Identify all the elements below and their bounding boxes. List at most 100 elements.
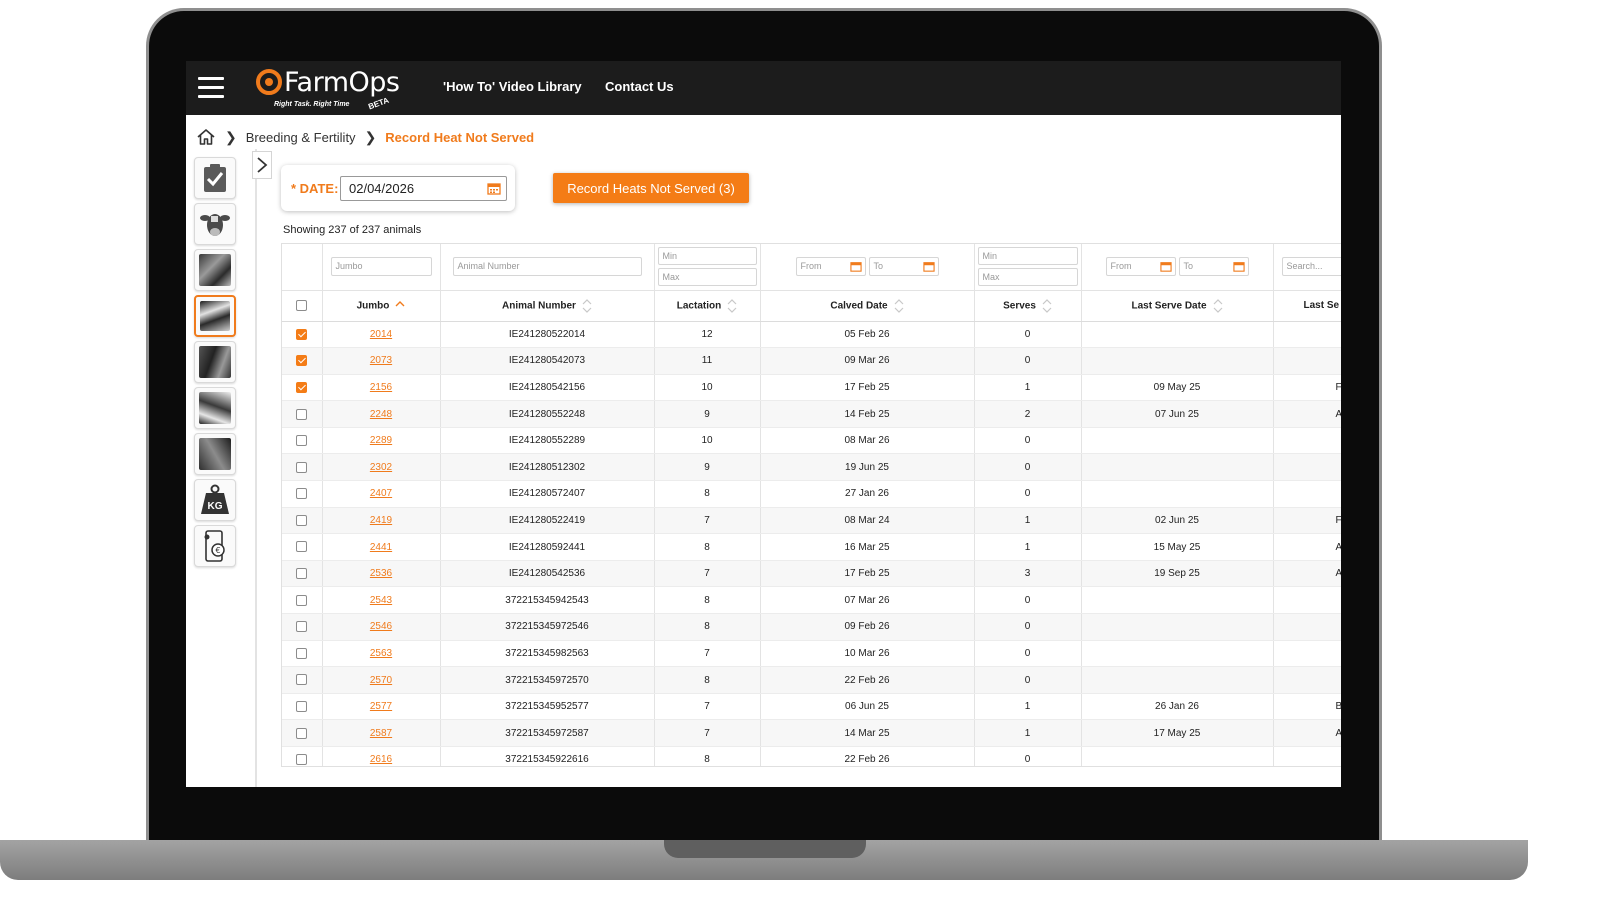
nav-contact-us-link[interactable]: Contact Us xyxy=(605,79,674,94)
row-checkbox[interactable] xyxy=(296,568,308,580)
cattle-photo-3[interactable] xyxy=(194,341,236,383)
serves-max-input[interactable]: Max xyxy=(977,268,1078,287)
row-checkbox[interactable] xyxy=(296,701,308,713)
cattle-photo-4[interactable] xyxy=(194,387,236,429)
cattle-photo-2[interactable] xyxy=(194,295,236,337)
table-row[interactable]: 2441 IE241280592441 8 16 Mar 25 1 15 May 25 A/ xyxy=(282,533,1341,561)
calved-to-input[interactable]: To xyxy=(868,257,939,277)
table-row[interactable]: 2543 372215345942543 8 07 Mar 26 0 xyxy=(282,586,1341,615)
expand-sidebar-button[interactable] xyxy=(252,151,272,179)
jumbo-link[interactable]: 2441 xyxy=(370,542,392,553)
jumbo-link[interactable]: 2563 xyxy=(370,648,392,659)
serves-min-input[interactable]: Min xyxy=(977,247,1078,266)
hamburger-menu-icon[interactable] xyxy=(198,77,224,99)
row-checkbox[interactable] xyxy=(296,647,308,659)
farmops-logo[interactable]: FarmOps Right Task. Right Time BETA xyxy=(256,67,406,113)
column-header-animal-number[interactable]: Animal Number xyxy=(440,290,655,322)
jumbo-link[interactable]: 2616 xyxy=(370,754,392,765)
nav-video-library-link[interactable]: 'How To' Video Library xyxy=(443,79,582,94)
calendar-icon[interactable] xyxy=(487,182,501,195)
table-row[interactable]: 2407 IE241280572407 8 27 Jan 26 0 xyxy=(282,480,1341,508)
date-input[interactable]: 02/04/2026 xyxy=(340,176,507,201)
column-header-lactation[interactable]: Lactation xyxy=(654,290,761,322)
jumbo-link[interactable]: 2570 xyxy=(370,675,392,686)
table-row[interactable]: 2577 372215345952577 7 06 Jun 25 1 26 Jan 26 B… xyxy=(282,693,1341,721)
table-row[interactable]: 2587 372215345972587 7 14 Mar 25 1 17 May 25 A… xyxy=(282,719,1341,747)
row-checkbox[interactable] xyxy=(296,514,308,526)
calved-from-input[interactable]: From xyxy=(795,257,866,277)
jumbo-link[interactable]: 2289 xyxy=(370,435,392,446)
jumbo-link[interactable]: 2587 xyxy=(370,728,392,739)
jumbo-link[interactable]: 2014 xyxy=(370,329,392,340)
jumbo-link[interactable]: 2156 xyxy=(370,382,392,393)
lactation-min-input[interactable]: Min xyxy=(657,247,757,266)
row-checkbox[interactable] xyxy=(296,674,308,686)
weight-kg-icon[interactable]: KG xyxy=(194,479,236,521)
calendar-icon[interactable] xyxy=(849,261,862,272)
row-checkbox[interactable] xyxy=(296,541,308,553)
table-row[interactable]: 2546 372215345972546 8 09 Feb 26 0 xyxy=(282,613,1341,641)
sort-icon[interactable] xyxy=(894,298,904,313)
sort-icon[interactable] xyxy=(1213,298,1223,313)
calendar-icon[interactable] xyxy=(1232,261,1245,272)
table-row[interactable]: 2419 IE241280522419 7 08 Mar 24 1 02 Jun 25 FR… xyxy=(282,507,1341,535)
row-checkbox[interactable] xyxy=(296,435,308,447)
column-header-jumbo[interactable]: Jumbo xyxy=(322,290,441,322)
calendar-icon[interactable] xyxy=(922,261,935,272)
table-row[interactable]: 2536 IE241280542536 7 17 Feb 25 3 19 Sep 25 A/ xyxy=(282,560,1341,588)
last-serve-to-input[interactable]: To xyxy=(1178,257,1249,277)
cattle-photo-1[interactable] xyxy=(194,249,236,291)
mobile-euro-icon[interactable]: € xyxy=(194,525,236,567)
table-row[interactable]: 2014 IE241280522014 12 05 Feb 26 0 xyxy=(282,321,1341,349)
table-row[interactable]: 2563 372215345982563 7 10 Mar 26 0 xyxy=(282,640,1341,668)
row-checkbox[interactable] xyxy=(296,594,308,606)
row-checkbox[interactable] xyxy=(296,381,308,393)
row-checkbox[interactable] xyxy=(296,328,308,340)
row-checkbox[interactable] xyxy=(296,408,308,420)
row-checkbox[interactable] xyxy=(296,355,308,367)
jumbo-link[interactable]: 2577 xyxy=(370,701,392,712)
table-row[interactable]: 2289 IE241280552289 10 08 Mar 26 0 xyxy=(282,427,1341,455)
table-row[interactable]: 2248 IE241280552248 9 14 Feb 25 2 07 Jun 25 A/ xyxy=(282,400,1341,428)
cattle-photo-5[interactable] xyxy=(194,433,236,475)
row-checkbox[interactable] xyxy=(296,488,308,500)
last-sire-search-input[interactable]: Search... xyxy=(1281,257,1341,277)
table-row[interactable]: 2616 372215345922616 8 22 Feb 26 0 xyxy=(282,746,1341,766)
table-row[interactable]: 2073 IE241280542073 11 09 Mar 26 0 xyxy=(282,347,1341,375)
breadcrumb-parent[interactable]: Breeding & Fertility xyxy=(246,130,356,145)
jumbo-link[interactable]: 2536 xyxy=(370,568,392,579)
select-all-checkbox[interactable] xyxy=(296,299,308,311)
jumbo-link[interactable]: 2073 xyxy=(370,355,392,366)
clipboard-check-icon[interactable] xyxy=(194,157,236,199)
record-heats-not-served-button[interactable]: Record Heats Not Served (3) xyxy=(553,173,749,203)
jumbo-link[interactable]: 2546 xyxy=(370,621,392,632)
sort-asc-icon[interactable] xyxy=(395,300,405,312)
row-checkbox[interactable] xyxy=(296,461,308,473)
column-header-last-sire[interactable]: Last Se xyxy=(1273,290,1341,322)
home-icon[interactable] xyxy=(196,128,216,146)
jumbo-filter-input[interactable]: Jumbo xyxy=(330,257,432,277)
jumbo-link[interactable]: 2248 xyxy=(370,409,392,420)
column-header-serves[interactable]: Serves xyxy=(974,290,1082,322)
table-row[interactable]: 2156 IE241280542156 10 17 Feb 25 1 09 May 25 F… xyxy=(282,374,1341,402)
sort-icon[interactable] xyxy=(1042,298,1052,313)
row-checkbox[interactable] xyxy=(296,727,308,739)
sort-icon[interactable] xyxy=(727,298,737,313)
sort-icon[interactable] xyxy=(582,298,592,313)
animal-number-value: IE241280522014 xyxy=(508,328,586,340)
column-header-calved-date[interactable]: Calved Date xyxy=(760,290,975,322)
cow-head-icon[interactable] xyxy=(194,203,236,245)
jumbo-link[interactable]: 2543 xyxy=(370,595,392,606)
animal-number-filter-input[interactable]: Animal Number xyxy=(452,257,642,277)
jumbo-link[interactable]: 2419 xyxy=(370,515,392,526)
jumbo-link[interactable]: 2302 xyxy=(370,462,392,473)
table-row[interactable]: 2302 IE241280512302 9 19 Jun 25 0 xyxy=(282,453,1341,482)
column-header-last-serve-date[interactable]: Last Serve Date xyxy=(1081,290,1274,322)
row-checkbox[interactable] xyxy=(296,621,308,633)
lactation-max-input[interactable]: Max xyxy=(657,268,757,287)
calendar-icon[interactable] xyxy=(1159,261,1172,272)
jumbo-link[interactable]: 2407 xyxy=(370,488,392,499)
last-serve-from-input[interactable]: From xyxy=(1105,257,1176,277)
row-checkbox[interactable] xyxy=(296,754,308,766)
table-row[interactable]: 2570 372215345972570 8 22 Feb 26 0 xyxy=(282,666,1341,694)
